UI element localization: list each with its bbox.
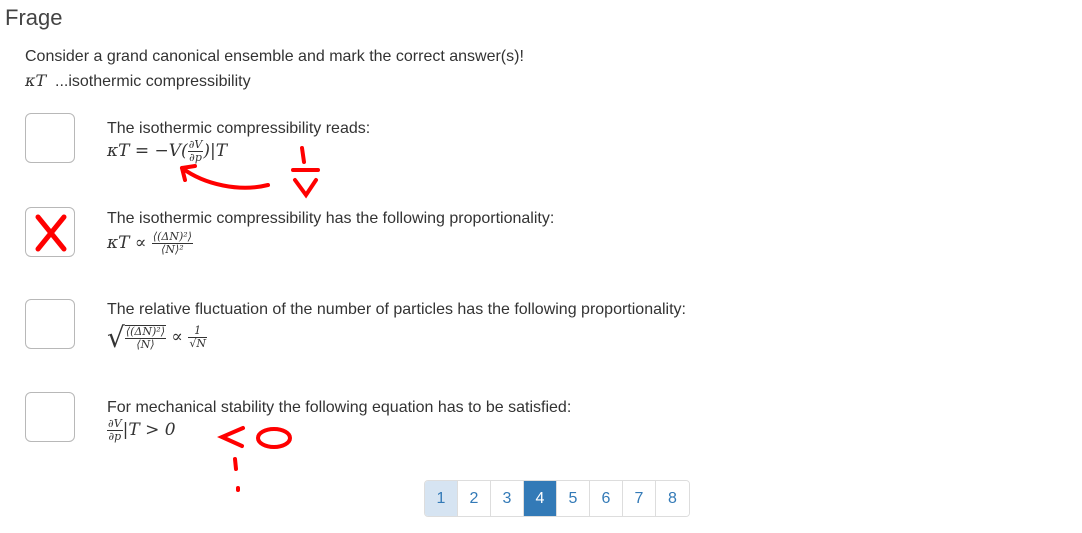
flip-sign-annotation-icon <box>291 146 320 199</box>
answer-checkbox-4[interactable] <box>25 392 75 442</box>
page-link-5[interactable]: 5 <box>557 481 590 516</box>
answer-text-3: The relative fluctuation of the number o… <box>107 301 686 318</box>
answer-formula-3: √ ⟨(ΔN)²⟩ ⟨N⟩ ∝ 1 √N <box>107 321 207 354</box>
page-link-2[interactable]: 2 <box>458 481 491 516</box>
answer-text-2: The isothermic compressibility has the f… <box>107 210 555 227</box>
intro-definition: κT ...isothermic compressibility <box>25 70 524 94</box>
answer-text-4: For mechanical stability the following e… <box>107 399 572 416</box>
definition-text: ...isothermic compressibility <box>55 73 251 90</box>
page-link-8[interactable]: 8 <box>656 481 689 516</box>
answer-checkbox-2[interactable] <box>25 207 75 257</box>
less-than-zero-annotation-icon <box>217 426 292 492</box>
arrow-annotation-icon <box>180 164 270 190</box>
answer-checkbox-1[interactable] <box>25 113 75 163</box>
question-intro: Consider a grand canonical ensemble and … <box>25 46 524 94</box>
intro-prompt: Consider a grand canonical ensemble and … <box>25 48 524 65</box>
page-link-4-current[interactable]: 4 <box>524 481 557 516</box>
answer-text-1: The isothermic compressibility reads: <box>107 120 371 137</box>
page-link-7[interactable]: 7 <box>623 481 656 516</box>
page-link-6[interactable]: 6 <box>590 481 623 516</box>
page-link-3[interactable]: 3 <box>491 481 524 516</box>
answer-formula-4: ∂V ∂p |T > 0 <box>107 417 176 443</box>
red-cross-icon <box>35 214 67 252</box>
page-link-1[interactable]: 1 <box>425 481 458 516</box>
answer-formula-2: κT ∝ ⟨(ΔN)²⟩ ⟨N⟩² <box>107 230 193 256</box>
question-pagination: 1 2 3 4 5 6 7 8 <box>424 480 690 517</box>
kappa-symbol: κT <box>25 71 47 90</box>
page-title: Frage <box>5 5 63 30</box>
answer-checkbox-3[interactable] <box>25 299 75 349</box>
answer-formula-1: κT = −V(∂V ∂p)|T <box>107 138 228 164</box>
